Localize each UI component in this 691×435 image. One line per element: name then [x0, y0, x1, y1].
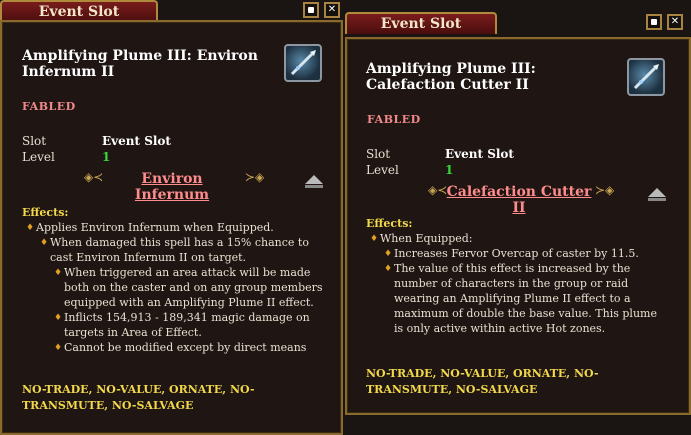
item-name: Amplifying Plume III: Environ Infernum I…	[22, 48, 258, 80]
effect-line: Applies Environ Infernum when Equipped.	[36, 221, 274, 234]
spell-link[interactable]: Environ Infernum	[102, 171, 242, 203]
level-value: 1	[102, 150, 111, 164]
pin-button[interactable]	[303, 2, 319, 18]
effects-header: Effects:	[366, 217, 413, 230]
item-flags: NO-TRADE, NO-VALUE, ORNATE, NO-TRANSMUTE…	[366, 367, 599, 396]
item-name: Amplifying Plume III: Calefaction Cutter…	[366, 61, 536, 93]
pin-icon	[308, 7, 314, 13]
pin-button[interactable]	[646, 14, 662, 30]
close-icon: ✕	[327, 4, 337, 15]
effect-line: Inflicts 154,913 - 189,341 magic damage …	[64, 311, 310, 339]
bullet-icon: ♦	[54, 313, 63, 323]
level-label: Level	[366, 163, 399, 177]
item-examine-window: Amplifying Plume III: Calefaction Cutter…	[345, 37, 691, 415]
close-button[interactable]: ✕	[667, 14, 683, 30]
effect-line: The value of this effect is increased by…	[394, 262, 657, 335]
close-button[interactable]: ✕	[324, 2, 340, 18]
collapse-arrow-icon[interactable]	[305, 175, 323, 184]
collapse-arrow-base	[648, 198, 666, 201]
effect-line: Cannot be modified except by direct mean…	[64, 341, 307, 354]
effects-header: Effects:	[22, 206, 69, 219]
slot-label: Slot	[22, 134, 47, 148]
window-title-tab[interactable]: Event Slot	[345, 12, 497, 34]
slot-label: Slot	[366, 147, 391, 161]
tier-badge: FABLED	[367, 113, 421, 126]
level-value: 1	[445, 163, 454, 177]
effect-line: When triggered an area attack will be ma…	[64, 266, 323, 309]
ornament-right-icon: ≻◈	[245, 170, 265, 184]
bullet-icon: ♦	[384, 249, 393, 259]
window-title-tab[interactable]: Event Slot	[0, 0, 158, 22]
spell-link[interactable]: Calefaction Cutter II	[445, 184, 593, 216]
bullet-icon: ♦	[54, 268, 63, 278]
pin-icon	[651, 19, 657, 25]
item-examine-window: Amplifying Plume III: Environ Infernum I…	[0, 20, 343, 435]
ornament-right-icon: ≻◈	[595, 183, 615, 197]
collapse-arrow-icon[interactable]	[648, 188, 666, 197]
bullet-icon: ♦	[384, 264, 393, 274]
bullet-icon: ♦	[54, 343, 63, 353]
level-label: Level	[22, 150, 55, 164]
effect-line: When damaged this spell has a 15% chance…	[50, 236, 309, 264]
bullet-icon: ♦	[26, 223, 35, 233]
ornament-left-icon: ◈≺	[84, 170, 104, 184]
plume-icon[interactable]	[627, 58, 665, 96]
collapse-arrow-base	[305, 185, 323, 188]
close-icon: ✕	[670, 16, 680, 27]
slot-value: Event Slot	[102, 134, 171, 148]
effect-line: When Equipped:	[380, 232, 473, 245]
item-flags: NO-TRADE, NO-VALUE, ORNATE, NO-TRANSMUTE…	[22, 383, 255, 412]
plume-icon[interactable]	[284, 44, 322, 82]
bullet-icon: ♦	[370, 234, 379, 244]
effect-line: Increases Fervor Overcap of caster by 11…	[394, 247, 639, 260]
bullet-icon: ♦	[40, 238, 49, 248]
tier-badge: FABLED	[22, 100, 76, 113]
slot-value: Event Slot	[445, 147, 514, 161]
